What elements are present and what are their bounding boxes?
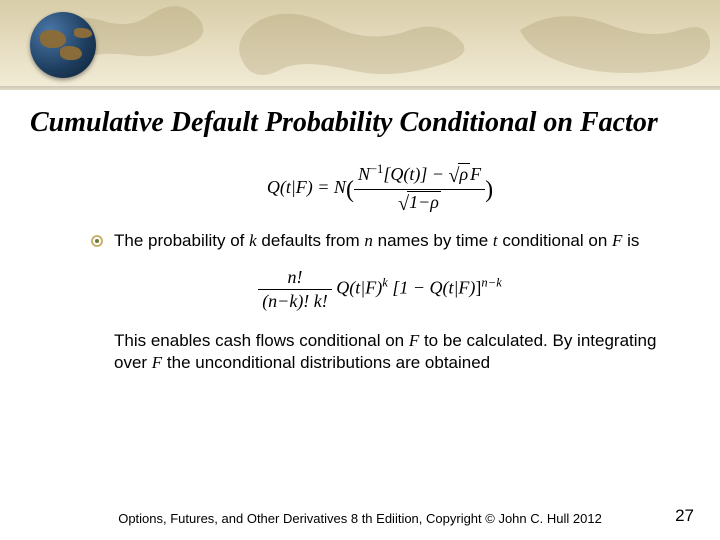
header-strip <box>0 0 720 90</box>
bt-n: n <box>364 231 373 250</box>
globe-icon <box>30 12 96 78</box>
bt-k: k <box>249 231 257 250</box>
bullet-text: The probability of k defaults from n nam… <box>114 230 639 253</box>
f2-num: n! <box>258 267 332 290</box>
page-number: 27 <box>675 506 694 526</box>
closing-paragraph: This enables cash flows conditional on F… <box>114 330 670 376</box>
slide-body: Q(t|F) = N( N−1[Q(t)] − √ρF √1−ρ ) The p… <box>0 162 720 376</box>
f1-num-c: F <box>470 164 481 184</box>
formula-binomial: n! (n−k)! k! Q(t|F)k [1 − Q(t|F)]n−k <box>90 267 670 312</box>
p-3: the unconditional distributions are obta… <box>162 353 490 372</box>
p-F2: F <box>152 353 162 372</box>
header-shadow <box>0 86 720 90</box>
bt3: names by time <box>373 231 493 250</box>
f1-num-sqrt: ρ <box>458 163 471 185</box>
f1-num-a: N <box>358 164 370 184</box>
p-F: F <box>409 331 419 350</box>
bt1: The probability of <box>114 231 249 250</box>
bullet-icon <box>90 234 104 248</box>
f2-den: (n−k)! k! <box>258 290 332 312</box>
f2-exp-k: k <box>382 275 388 289</box>
f1-num-inv: −1 <box>370 162 383 176</box>
formula1-lhs: Q(t|F) = N <box>267 177 346 197</box>
f1-den-sqrt: 1−ρ <box>407 191 441 213</box>
formula-q-given-f: Q(t|F) = N( N−1[Q(t)] − √ρF √1−ρ ) <box>90 162 670 216</box>
f1-num-b: [Q(t)] − <box>383 164 448 184</box>
world-map-silhouette <box>0 0 720 90</box>
bt-F: F <box>612 231 622 250</box>
bt2: defaults from <box>257 231 365 250</box>
slide-title: Cumulative Default Probability Condition… <box>30 106 690 140</box>
p-1: This enables cash flows conditional on <box>114 331 409 350</box>
f2-mid-b: [1 − Q(t|F) <box>392 277 475 297</box>
footer-text: Options, Futures, and Other Derivatives … <box>0 511 720 526</box>
bt5: is <box>622 231 639 250</box>
bullet-item: The probability of k defaults from n nam… <box>90 230 670 253</box>
f2-exp-nk: n−k <box>481 275 501 289</box>
f2-mid-a: Q(t|F) <box>336 277 382 297</box>
bt4: conditional on <box>498 231 612 250</box>
